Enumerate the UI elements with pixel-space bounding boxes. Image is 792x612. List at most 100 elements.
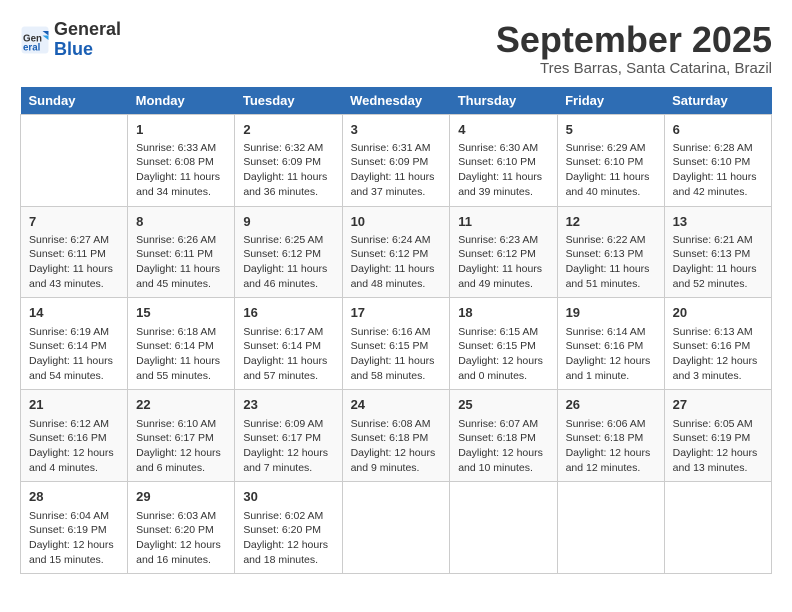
day-number: 14 xyxy=(29,304,119,322)
header-thursday: Thursday xyxy=(450,87,557,115)
day-info: Sunrise: 6:27 AMSunset: 6:11 PMDaylight:… xyxy=(29,233,119,292)
month-title: September 2025 xyxy=(496,20,772,60)
calendar-body: 1 Sunrise: 6:33 AMSunset: 6:08 PMDaylight… xyxy=(21,114,772,574)
day-number: 8 xyxy=(136,213,226,231)
day-cell: 24 Sunrise: 6:08 AMSunset: 6:18 PMDayligh… xyxy=(342,390,450,482)
day-number: 16 xyxy=(243,304,333,322)
week-row-0: 1 Sunrise: 6:33 AMSunset: 6:08 PMDaylight… xyxy=(21,114,772,206)
day-cell: 15Sunrise: 6:18 AMSunset: 6:14 PMDayligh… xyxy=(128,298,235,390)
day-cell: 28 Sunrise: 6:04 AMSunset: 6:19 PMDayligh… xyxy=(21,482,128,574)
day-cell: 14 Sunrise: 6:19 AMSunset: 6:14 PMDayligh… xyxy=(21,298,128,390)
day-cell: 27Sunrise: 6:05 AMSunset: 6:19 PMDayligh… xyxy=(664,390,771,482)
day-cell xyxy=(342,482,450,574)
day-cell: 6 Sunrise: 6:28 AMSunset: 6:10 PMDaylight… xyxy=(664,114,771,206)
day-number: 28 xyxy=(29,488,119,506)
day-cell: 26Sunrise: 6:06 AMSunset: 6:18 PMDayligh… xyxy=(557,390,664,482)
day-info: Sunrise: 6:16 AMSunset: 6:15 PMDaylight:… xyxy=(351,325,442,384)
day-number: 29 xyxy=(136,488,226,506)
title-block: September 2025 Tres Barras, Santa Catari… xyxy=(496,20,772,77)
day-info: Sunrise: 6:14 AMSunset: 6:16 PMDaylight:… xyxy=(566,325,656,384)
day-number: 18 xyxy=(458,304,548,322)
day-info: Sunrise: 6:03 AMSunset: 6:20 PMDaylight:… xyxy=(136,509,226,568)
day-info: Sunrise: 6:10 AMSunset: 6:17 PMDaylight:… xyxy=(136,417,226,476)
day-number: 3 xyxy=(351,121,442,139)
header-row: SundayMondayTuesdayWednesdayThursdayFrid… xyxy=(21,87,772,115)
day-info: Sunrise: 6:07 AMSunset: 6:18 PMDaylight:… xyxy=(458,417,548,476)
day-number: 25 xyxy=(458,396,548,414)
week-row-4: 28 Sunrise: 6:04 AMSunset: 6:19 PMDayligh… xyxy=(21,482,772,574)
day-info: Sunrise: 6:19 AMSunset: 6:14 PMDaylight:… xyxy=(29,325,119,384)
header-friday: Friday xyxy=(557,87,664,115)
header-tuesday: Tuesday xyxy=(235,87,342,115)
day-number: 7 xyxy=(29,213,119,231)
day-cell: 17 Sunrise: 6:16 AMSunset: 6:15 PMDayligh… xyxy=(342,298,450,390)
day-cell: 19 Sunrise: 6:14 AMSunset: 6:16 PMDayligh… xyxy=(557,298,664,390)
day-info: Sunrise: 6:17 AMSunset: 6:14 PMDaylight:… xyxy=(243,325,333,384)
day-info: Sunrise: 6:28 AMSunset: 6:10 PMDaylight:… xyxy=(673,141,763,200)
day-number: 24 xyxy=(351,396,442,414)
day-number: 21 xyxy=(29,396,119,414)
day-number: 30 xyxy=(243,488,333,506)
day-info: Sunrise: 6:09 AMSunset: 6:17 PMDaylight:… xyxy=(243,417,333,476)
day-info: Sunrise: 6:31 AMSunset: 6:09 PMDaylight:… xyxy=(351,141,442,200)
day-number: 9 xyxy=(243,213,333,231)
day-cell: 13Sunrise: 6:21 AMSunset: 6:13 PMDayligh… xyxy=(664,206,771,298)
header-monday: Monday xyxy=(128,87,235,115)
day-cell: 25 Sunrise: 6:07 AMSunset: 6:18 PMDayligh… xyxy=(450,390,557,482)
day-cell: 18 Sunrise: 6:15 AMSunset: 6:15 PMDayligh… xyxy=(450,298,557,390)
day-number: 6 xyxy=(673,121,763,139)
location: Tres Barras, Santa Catarina, Brazil xyxy=(496,60,772,77)
svg-text:eral: eral xyxy=(23,42,41,53)
day-info: Sunrise: 6:15 AMSunset: 6:15 PMDaylight:… xyxy=(458,325,548,384)
day-cell xyxy=(557,482,664,574)
day-cell: 1 Sunrise: 6:33 AMSunset: 6:08 PMDaylight… xyxy=(128,114,235,206)
calendar-header: SundayMondayTuesdayWednesdayThursdayFrid… xyxy=(21,87,772,115)
day-cell: 21 Sunrise: 6:12 AMSunset: 6:16 PMDayligh… xyxy=(21,390,128,482)
day-number: 20 xyxy=(673,304,763,322)
day-cell: 22 Sunrise: 6:10 AMSunset: 6:17 PMDayligh… xyxy=(128,390,235,482)
day-cell: 20 Sunrise: 6:13 AMSunset: 6:16 PMDayligh… xyxy=(664,298,771,390)
day-cell: 7 Sunrise: 6:27 AMSunset: 6:11 PMDaylight… xyxy=(21,206,128,298)
day-cell: 30 Sunrise: 6:02 AMSunset: 6:20 PMDayligh… xyxy=(235,482,342,574)
day-cell: 5Sunrise: 6:29 AMSunset: 6:10 PMDaylight… xyxy=(557,114,664,206)
day-cell: 4Sunrise: 6:30 AMSunset: 6:10 PMDaylight… xyxy=(450,114,557,206)
logo-icon: Gen eral xyxy=(20,25,50,55)
logo: Gen eral General Blue xyxy=(20,20,121,60)
day-cell: 16 Sunrise: 6:17 AMSunset: 6:14 PMDayligh… xyxy=(235,298,342,390)
day-cell: 9Sunrise: 6:25 AMSunset: 6:12 PMDaylight… xyxy=(235,206,342,298)
day-number: 11 xyxy=(458,213,548,231)
day-info: Sunrise: 6:02 AMSunset: 6:20 PMDaylight:… xyxy=(243,509,333,568)
week-row-3: 21 Sunrise: 6:12 AMSunset: 6:16 PMDayligh… xyxy=(21,390,772,482)
day-cell: 2 Sunrise: 6:32 AMSunset: 6:09 PMDaylight… xyxy=(235,114,342,206)
logo-text: General Blue xyxy=(54,20,121,60)
day-number: 19 xyxy=(566,304,656,322)
day-number: 22 xyxy=(136,396,226,414)
day-info: Sunrise: 6:12 AMSunset: 6:16 PMDaylight:… xyxy=(29,417,119,476)
day-info: Sunrise: 6:24 AMSunset: 6:12 PMDaylight:… xyxy=(351,233,442,292)
day-cell: 12 Sunrise: 6:22 AMSunset: 6:13 PMDayligh… xyxy=(557,206,664,298)
day-number: 12 xyxy=(566,213,656,231)
day-cell: 10Sunrise: 6:24 AMSunset: 6:12 PMDayligh… xyxy=(342,206,450,298)
day-info: Sunrise: 6:33 AMSunset: 6:08 PMDaylight:… xyxy=(136,141,226,200)
header-sunday: Sunday xyxy=(21,87,128,115)
day-number: 17 xyxy=(351,304,442,322)
day-cell: 23 Sunrise: 6:09 AMSunset: 6:17 PMDayligh… xyxy=(235,390,342,482)
day-number: 1 xyxy=(136,121,226,139)
day-info: Sunrise: 6:32 AMSunset: 6:09 PMDaylight:… xyxy=(243,141,333,200)
day-cell xyxy=(21,114,128,206)
day-number: 2 xyxy=(243,121,333,139)
day-cell: 3 Sunrise: 6:31 AMSunset: 6:09 PMDaylight… xyxy=(342,114,450,206)
week-row-1: 7 Sunrise: 6:27 AMSunset: 6:11 PMDaylight… xyxy=(21,206,772,298)
day-cell: 11Sunrise: 6:23 AMSunset: 6:12 PMDayligh… xyxy=(450,206,557,298)
page-header: Gen eral General Blue September 2025 Tre… xyxy=(20,20,772,77)
day-number: 23 xyxy=(243,396,333,414)
day-info: Sunrise: 6:13 AMSunset: 6:16 PMDaylight:… xyxy=(673,325,763,384)
day-info: Sunrise: 6:04 AMSunset: 6:19 PMDaylight:… xyxy=(29,509,119,568)
week-row-2: 14 Sunrise: 6:19 AMSunset: 6:14 PMDayligh… xyxy=(21,298,772,390)
day-cell: 29 Sunrise: 6:03 AMSunset: 6:20 PMDayligh… xyxy=(128,482,235,574)
day-info: Sunrise: 6:05 AMSunset: 6:19 PMDaylight:… xyxy=(673,417,763,476)
day-info: Sunrise: 6:22 AMSunset: 6:13 PMDaylight:… xyxy=(566,233,656,292)
day-info: Sunrise: 6:08 AMSunset: 6:18 PMDaylight:… xyxy=(351,417,442,476)
day-number: 5 xyxy=(566,121,656,139)
day-cell: 8Sunrise: 6:26 AMSunset: 6:11 PMDaylight… xyxy=(128,206,235,298)
